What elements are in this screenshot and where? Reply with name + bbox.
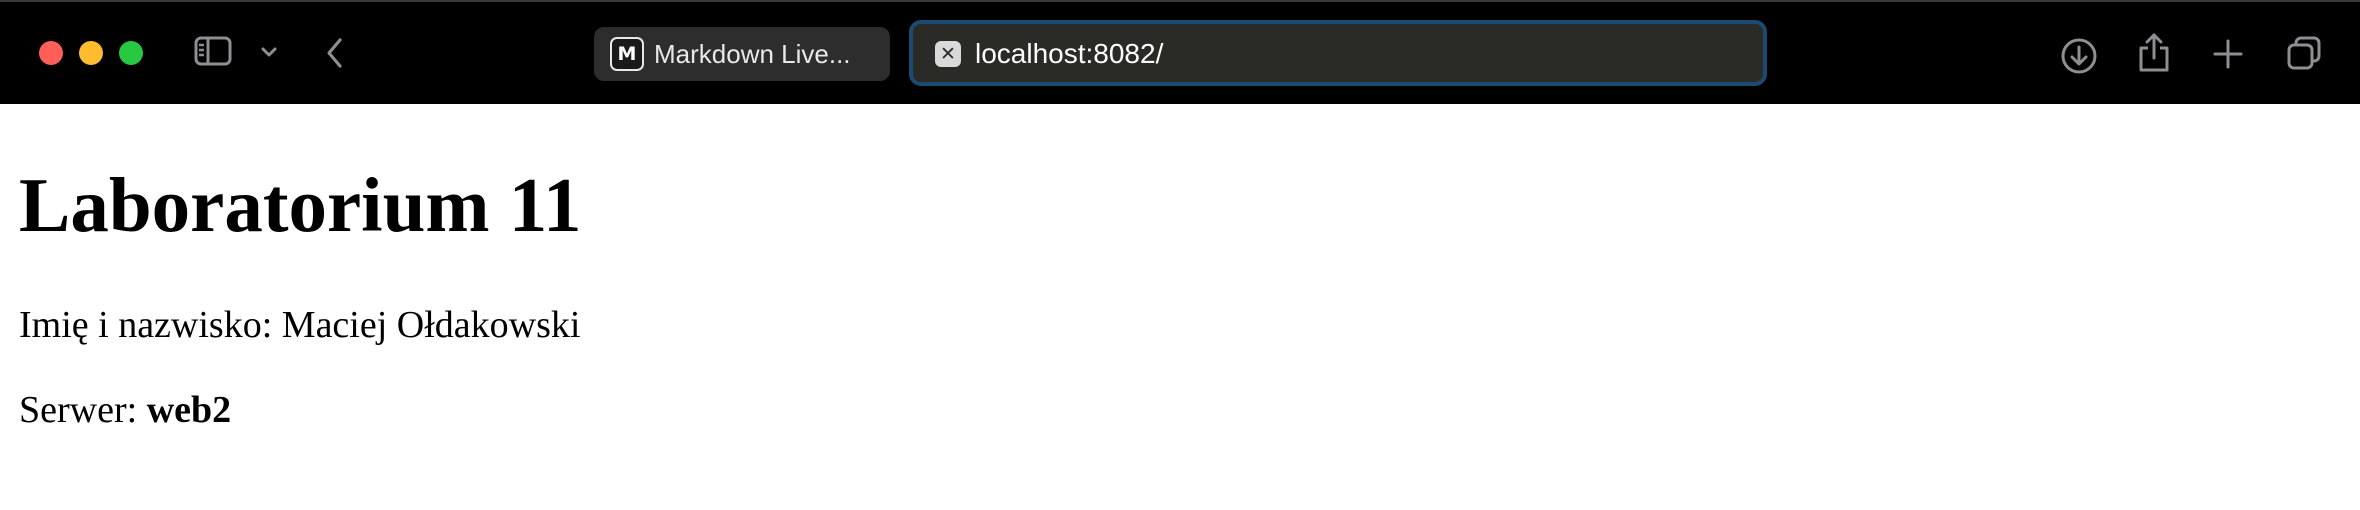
- browser-window: M Markdown Live... ✕ localhost:8082/ Lab…: [0, 0, 2360, 510]
- minimize-window-button[interactable]: [79, 41, 103, 65]
- tab-markdown-live[interactable]: M Markdown Live...: [594, 27, 890, 81]
- plus-icon[interactable]: [2211, 37, 2245, 71]
- server-value: web2: [146, 389, 232, 431]
- server-paragraph: Serwer: web2: [19, 387, 231, 433]
- url-field[interactable]: localhost:8082/: [975, 37, 1163, 71]
- page-favicon: ✕: [935, 41, 961, 67]
- name-paragraph: Imię i nazwisko: Maciej Ołdakowski: [19, 302, 580, 348]
- page-title: Laboratorium 11: [19, 162, 582, 248]
- browser-toolbar: M Markdown Live... ✕ localhost:8082/: [0, 0, 2360, 104]
- close-window-button[interactable]: [39, 41, 63, 65]
- tab-favicon: M: [610, 37, 644, 71]
- download-icon[interactable]: [2059, 36, 2099, 76]
- tabs-overview-icon[interactable]: [2285, 34, 2323, 72]
- name-label: Imię i nazwisko:: [19, 304, 282, 346]
- zoom-window-button[interactable]: [119, 41, 143, 65]
- share-icon[interactable]: [2136, 30, 2172, 74]
- server-label: Serwer:: [19, 389, 147, 431]
- sidebar-icon[interactable]: [193, 35, 233, 67]
- name-value: Maciej Ołdakowski: [281, 304, 581, 346]
- address-bar[interactable]: ✕ localhost:8082/: [909, 20, 1767, 86]
- tab-title: Markdown Live...: [654, 39, 851, 69]
- chevron-down-icon[interactable]: [259, 45, 279, 59]
- chevron-left-icon[interactable]: [323, 36, 347, 70]
